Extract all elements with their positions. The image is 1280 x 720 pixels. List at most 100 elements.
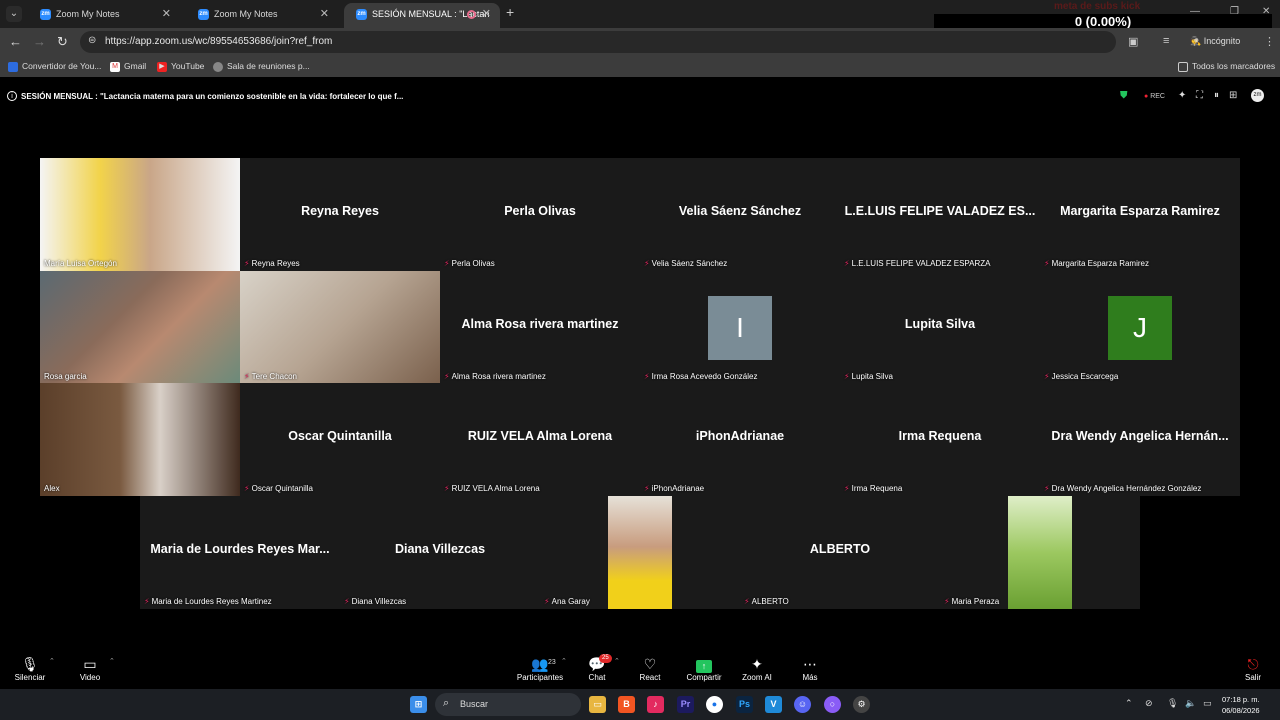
participant-tile[interactable]: Alma Rosa rivera martinez ⚡ Alma Rosa rive… bbox=[440, 271, 640, 384]
network-off-icon[interactable]: ⊘ bbox=[1145, 698, 1153, 709]
vscode-icon[interactable]: V bbox=[765, 696, 782, 713]
mic-muted-icon: ⚡ bbox=[244, 259, 250, 268]
participant-tile[interactable]: iPhonAdrianae ⚡ iPhonAdrianae bbox=[640, 383, 840, 496]
participant-tile[interactable]: Lupita Silva ⚡ Lupita Silva bbox=[840, 271, 1040, 384]
tab-search-button[interactable]: ⌄ bbox=[6, 6, 22, 22]
close-icon[interactable]: ✕ bbox=[320, 3, 329, 25]
profile-avatar[interactable]: zm bbox=[1251, 89, 1264, 102]
url-field[interactable]: ⊜ https://app.zoom.us/wc/89554653686/joi… bbox=[80, 31, 1116, 53]
participant-tile[interactable]: Maria de Lourdes Reyes Mar... ⚡ Maria de L… bbox=[140, 496, 340, 609]
brave-icon[interactable]: B bbox=[618, 696, 635, 713]
all-bookmarks[interactable]: Todos los marcadores bbox=[1178, 61, 1275, 72]
browser-tab-2[interactable]: zm Zoom My Notes ✕ bbox=[186, 3, 338, 28]
bookmark-item[interactable]: ▶ YouTube bbox=[157, 61, 204, 72]
participant-tile[interactable]: ⚡ Tere Chacon bbox=[240, 271, 440, 384]
close-window-icon[interactable]: ✕ bbox=[1262, 6, 1270, 17]
participant-tile[interactable]: Oscar Quintanilla ⚡ Oscar Quintanilla bbox=[240, 383, 440, 496]
leave-label: Salir bbox=[1244, 673, 1261, 682]
participant-tile[interactable]: ⚡ Maria Peraza bbox=[940, 496, 1140, 609]
obs-icon[interactable]: ○ bbox=[824, 696, 841, 713]
pause-icon[interactable]: ⏸ bbox=[1214, 90, 1219, 101]
recording-indicator[interactable]: ● REC bbox=[1144, 93, 1165, 100]
participant-tile[interactable]: Diana Villezcas ⚡ Diana Villezcas bbox=[340, 496, 540, 609]
chevron-up-icon[interactable]: ⌃ bbox=[1125, 698, 1133, 709]
windows-start-icon[interactable]: ⊞ bbox=[410, 696, 427, 713]
chevron-up-icon[interactable]: ⌃ bbox=[614, 657, 620, 665]
bookmark-item[interactable]: M Gmail bbox=[110, 61, 146, 72]
media-icon[interactable]: ≡ bbox=[1163, 35, 1169, 47]
participant-name-tag: ⚡ Oscar Quintanilla bbox=[244, 484, 313, 493]
reload-icon[interactable]: ↻ bbox=[57, 34, 68, 50]
participant-name: Velia Sáenz Sánchez bbox=[651, 259, 728, 268]
participant-name-tag: ⚡ Velia Sáenz Sánchez bbox=[644, 259, 727, 268]
chat-button[interactable]: 💬 25 Chat ⌃ bbox=[567, 654, 627, 682]
bookmark-label: Convertidor de You... bbox=[22, 61, 102, 71]
file-explorer-icon[interactable]: ▭ bbox=[589, 696, 606, 713]
battery-icon[interactable]: ▭ bbox=[1203, 698, 1212, 709]
settings-icon[interactable]: ⚙ bbox=[853, 696, 870, 713]
participant-tile[interactable]: ⚡ Ana Garay bbox=[540, 496, 740, 609]
menu-icon[interactable]: ⋮ bbox=[1264, 35, 1275, 48]
site-info-icon[interactable]: ⊜ bbox=[88, 35, 96, 46]
chevron-up-icon[interactable]: ⌃ bbox=[49, 657, 55, 665]
microphone-icon[interactable]: 🎙 bbox=[1167, 698, 1178, 709]
participant-tile[interactable]: J ⚡ Jessica Escarcega bbox=[1040, 271, 1240, 384]
extension-icon[interactable]: ▣ bbox=[1128, 35, 1138, 48]
more-button[interactable]: ⋯ Más bbox=[780, 655, 840, 682]
incognito-indicator[interactable]: 🕵 Incógnito bbox=[1190, 36, 1240, 47]
participant-tile[interactable]: L.E.LUIS FELIPE VALADEZ ES... ⚡ L.E.LUIS F… bbox=[840, 158, 1040, 271]
participants-button[interactable]: 👥 23 Participantes ⌃ bbox=[510, 655, 570, 682]
discord-icon[interactable]: ☺ bbox=[794, 696, 811, 713]
participant-tile[interactable]: Irma Requena ⚡ Irma Requena bbox=[840, 383, 1040, 496]
bookmark-item[interactable]: Convertidor de You... bbox=[8, 61, 101, 72]
participant-name-tag: ⚡ Ana Garay bbox=[544, 597, 590, 606]
tiktok-icon[interactable]: ♪ bbox=[647, 696, 664, 713]
bookmark-item[interactable]: Sala de reuniones p... bbox=[213, 61, 310, 72]
premiere-icon[interactable]: Pr bbox=[677, 696, 694, 713]
close-icon[interactable]: ✕ bbox=[162, 3, 171, 25]
restore-icon[interactable]: ❐ bbox=[1230, 6, 1239, 17]
leave-button[interactable]: ⎋ Salir bbox=[1223, 655, 1280, 682]
participant-tile[interactable]: María Luisa Ortegón bbox=[40, 158, 240, 271]
forward-icon[interactable]: → bbox=[33, 34, 46, 49]
participant-avatar: J bbox=[1108, 296, 1172, 360]
new-tab-button[interactable]: + bbox=[506, 4, 514, 20]
chevron-up-icon[interactable]: ⌃ bbox=[109, 657, 115, 665]
sparkle-icon[interactable]: ✦ bbox=[1178, 90, 1186, 101]
video-button[interactable]: ▭ Video ⌃ bbox=[60, 655, 120, 682]
back-icon[interactable]: ← bbox=[9, 34, 22, 49]
browser-tab-1[interactable]: zm Zoom My Notes ✕ bbox=[28, 3, 180, 28]
participant-tile[interactable]: Alex bbox=[40, 383, 240, 496]
participant-tile[interactable]: Velia Sáenz Sánchez ⚡ Velia Sáenz Sánchez bbox=[640, 158, 840, 271]
shield-icon[interactable]: ⛊ bbox=[1120, 90, 1128, 101]
participant-tile[interactable]: Perla Olivas ⚡ Perla Olivas bbox=[440, 158, 640, 271]
info-icon[interactable]: i bbox=[7, 91, 17, 101]
participant-tile[interactable]: Dra Wendy Angelica Hernán... ⚡ Dra Wendy A… bbox=[1040, 383, 1240, 496]
photoshop-icon[interactable]: Ps bbox=[736, 696, 753, 713]
react-button[interactable]: ♡ React bbox=[620, 655, 680, 682]
participant-tile[interactable]: Margarita Esparza Ramirez ⚡ Margarita Espa… bbox=[1040, 158, 1240, 271]
close-icon[interactable]: ✕ bbox=[482, 3, 491, 25]
participant-tile[interactable]: ALBERTO ⚡ ALBERTO bbox=[740, 496, 940, 609]
grid-view-icon[interactable]: ⊞ bbox=[1229, 90, 1237, 101]
chrome-icon[interactable]: ● bbox=[706, 696, 723, 713]
meeting-header: i SESIÓN MENSUAL : "Lactancia materna pa… bbox=[0, 85, 1280, 109]
participant-display-name: ALBERTO bbox=[809, 542, 871, 556]
incognito-label: Incógnito bbox=[1203, 36, 1241, 46]
speaker-icon[interactable]: 🔈 bbox=[1185, 698, 1196, 709]
taskbar-clock[interactable]: 07:18 p. m. 06/08/2026 bbox=[1222, 694, 1260, 716]
fullscreen-icon[interactable]: ⛶ bbox=[1196, 90, 1203, 101]
zoom-ai-button[interactable]: ✦ Zoom AI bbox=[727, 655, 787, 682]
participant-tile[interactable]: Reyna Reyes ⚡ Reyna Reyes bbox=[240, 158, 440, 271]
chevron-up-icon[interactable]: ⌃ bbox=[561, 657, 567, 665]
share-button[interactable]: ↑ Compartir bbox=[674, 655, 734, 682]
participant-display-name: Velia Sáenz Sánchez bbox=[678, 204, 802, 218]
participant-tile[interactable]: RUIZ VELA Alma Lorena ⚡ RUIZ VELA Alma Lor… bbox=[440, 383, 640, 496]
mute-button[interactable]: 🎙 Silenciar ⌃ bbox=[0, 655, 60, 682]
minimize-icon[interactable]: — bbox=[1190, 6, 1200, 17]
mic-muted-icon: ⚡ bbox=[444, 259, 450, 268]
taskbar-search[interactable]: ⌕ Buscar bbox=[435, 693, 581, 716]
browser-tab-3[interactable]: zm SESIÓN MENSUAL : "Lactan ✕ bbox=[344, 3, 500, 28]
participant-tile[interactable]: I ⚡ Irma Rosa Acevedo González bbox=[640, 271, 840, 384]
participant-tile[interactable]: Rosa garcia bbox=[40, 271, 240, 384]
